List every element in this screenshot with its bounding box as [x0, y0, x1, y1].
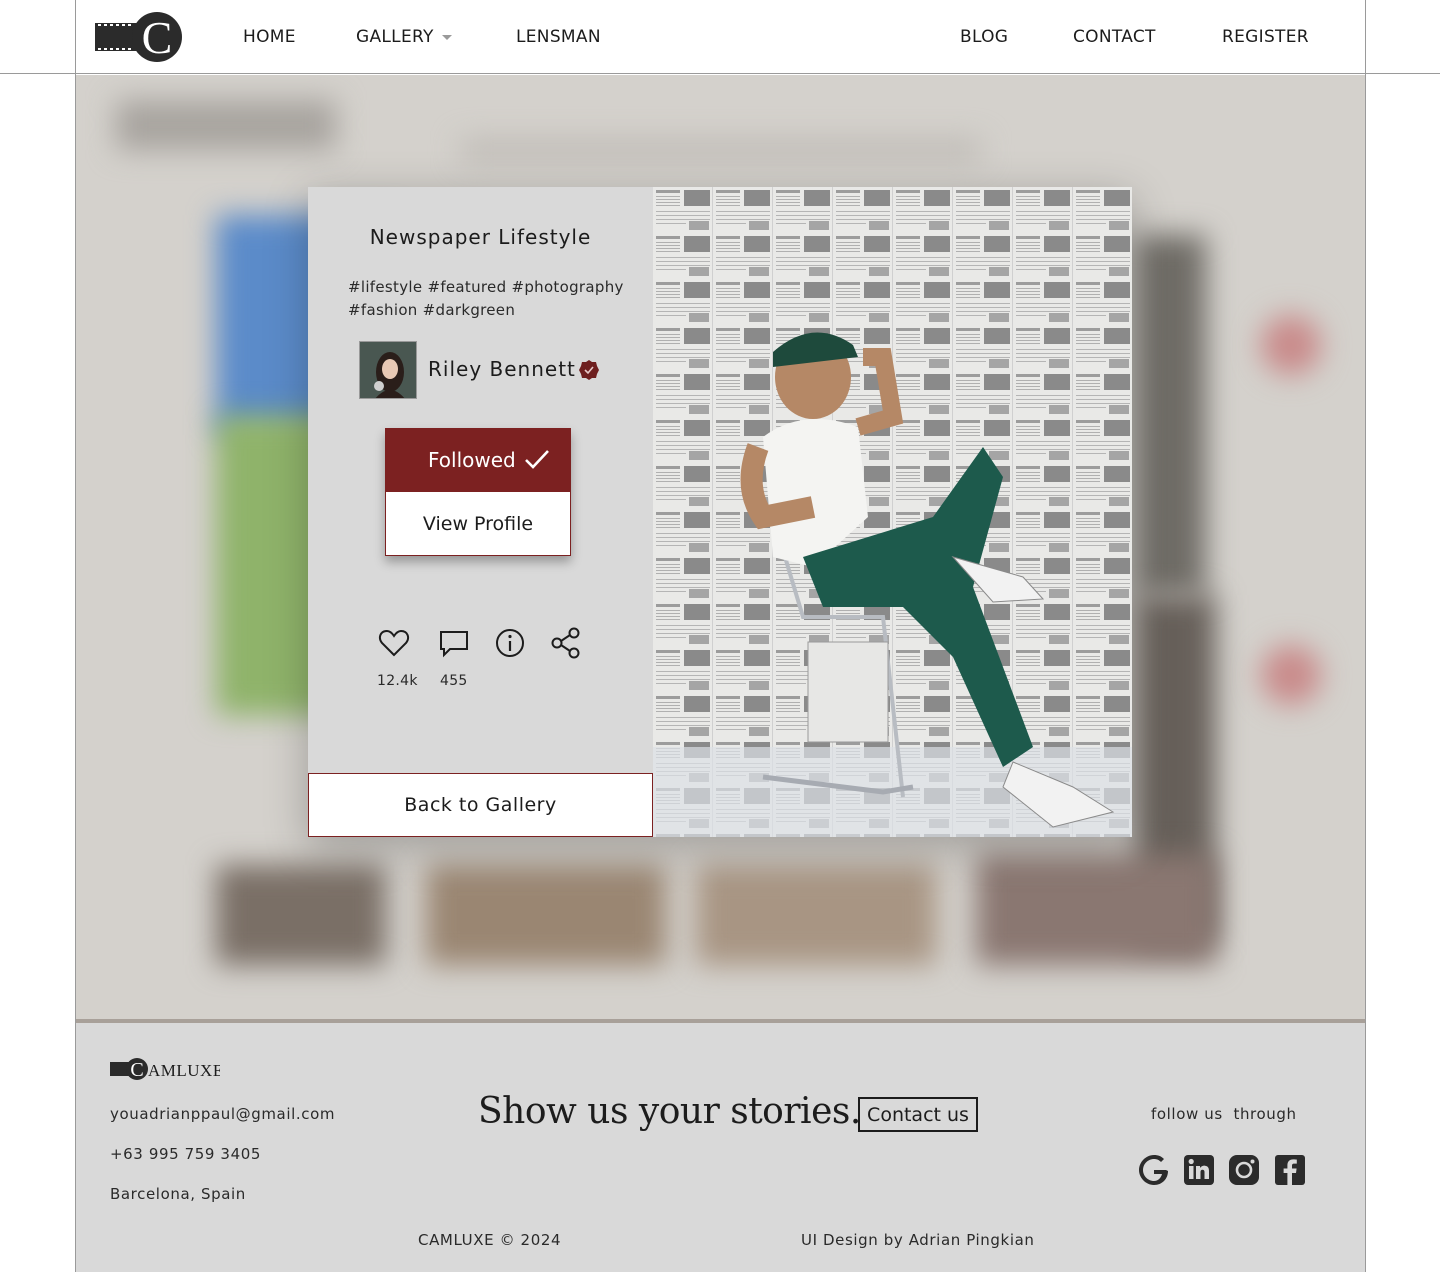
frame-line-left — [75, 0, 76, 1272]
photo-tags: #lifestyle #featured #photography #fashi… — [348, 276, 628, 322]
google-icon[interactable] — [1137, 1153, 1171, 1187]
info-icon[interactable] — [494, 627, 526, 659]
footer-phone: +63 995 759 3405 — [110, 1145, 261, 1163]
footer-credit: UI Design by Adrian Pingkian — [801, 1231, 1035, 1249]
footer-margin-right — [1366, 1019, 1440, 1276]
verified-badge-icon — [579, 360, 599, 380]
nav-home[interactable]: HOME — [243, 26, 296, 48]
check-icon — [525, 450, 549, 469]
svg-text:C: C — [130, 1059, 143, 1081]
footer-email[interactable]: youadrianppaul@gmail.com — [110, 1105, 335, 1123]
nav-blog[interactable]: BLOG — [960, 26, 1008, 48]
comments-count: 455 — [440, 673, 468, 689]
share-icon[interactable] — [550, 627, 582, 659]
caret-down-icon — [441, 34, 452, 40]
photo-detail-modal: Newspaper Lifestyle #lifestyle #featured… — [308, 187, 1132, 837]
back-to-gallery-button[interactable]: Back to Gallery — [308, 773, 653, 837]
comment-icon[interactable] — [438, 627, 470, 659]
footer-location: Barcelona, Spain — [110, 1185, 246, 1203]
photo-title: Newspaper Lifestyle — [369, 225, 592, 249]
follow-dropdown: Followed View Profile — [385, 428, 571, 556]
footer-logo[interactable]: C AMLUXE — [110, 1057, 223, 1081]
footer-brand-text: AMLUXE — [148, 1061, 220, 1080]
author-name[interactable]: Riley Bennett — [428, 357, 576, 381]
nav-contact[interactable]: CONTACT — [1073, 26, 1156, 48]
nav-gallery[interactable]: GALLERY — [356, 26, 452, 48]
footer-headline: Show us your stories. — [478, 1091, 861, 1132]
follow-us-label: follow us through — [1151, 1105, 1297, 1123]
tags-line-1[interactable]: #lifestyle #featured #photography — [348, 276, 628, 299]
svg-text:C: C — [142, 12, 173, 63]
heart-icon[interactable] — [378, 627, 410, 659]
contact-us-button[interactable]: Contact us — [858, 1097, 978, 1132]
photo-info-panel: Newspaper Lifestyle #lifestyle #featured… — [308, 187, 653, 837]
instagram-icon[interactable] — [1227, 1153, 1261, 1187]
likes-count: 12.4k — [377, 673, 418, 689]
followed-button[interactable]: Followed — [385, 428, 571, 492]
nav-gallery-label: GALLERY — [356, 27, 434, 47]
footer-margin-left — [0, 1019, 75, 1276]
camluxe-logo[interactable]: C — [95, 11, 183, 63]
linkedin-icon[interactable] — [1182, 1153, 1216, 1187]
followed-label: Followed — [428, 448, 516, 472]
facebook-icon[interactable] — [1273, 1153, 1307, 1187]
view-profile-button[interactable]: View Profile — [385, 492, 571, 556]
site-footer: C AMLUXE youadrianppaul@gmail.com +63 99… — [0, 1019, 1440, 1276]
footer-copyright: CAMLUXE © 2024 — [418, 1231, 562, 1249]
author-avatar[interactable] — [359, 341, 417, 399]
tags-line-2[interactable]: #fashion #darkgreen — [348, 299, 628, 322]
nav-register[interactable]: REGISTER — [1222, 26, 1309, 48]
site-header: C HOME GALLERY LENSMAN BLOG CONTACT REGI… — [0, 0, 1440, 74]
frame-line-right — [1365, 0, 1366, 1272]
featured-photo — [653, 187, 1132, 837]
nav-lensman[interactable]: LENSMAN — [516, 26, 601, 48]
